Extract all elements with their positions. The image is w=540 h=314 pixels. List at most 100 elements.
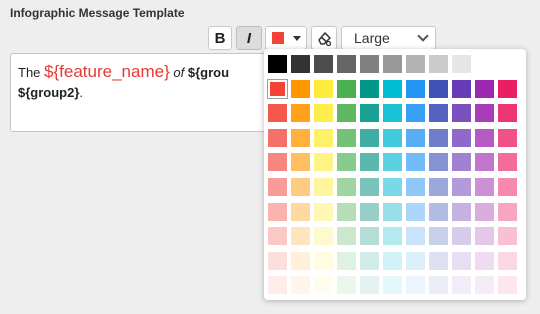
color-swatch[interactable] <box>337 227 356 246</box>
color-swatch[interactable] <box>337 104 356 123</box>
color-swatch[interactable] <box>383 55 402 73</box>
color-swatch[interactable] <box>314 202 333 221</box>
color-swatch[interactable] <box>360 178 379 196</box>
color-swatch[interactable] <box>291 153 310 172</box>
color-swatch[interactable] <box>475 251 494 270</box>
color-swatch[interactable] <box>314 251 333 270</box>
color-swatch[interactable] <box>360 251 379 270</box>
color-swatch[interactable] <box>429 276 448 295</box>
text-color-button[interactable] <box>265 26 307 50</box>
color-swatch[interactable] <box>337 202 356 221</box>
color-swatch[interactable] <box>268 227 287 246</box>
color-swatch[interactable] <box>383 227 402 246</box>
color-swatch[interactable] <box>383 104 402 123</box>
color-swatch[interactable] <box>314 55 333 73</box>
color-swatch[interactable] <box>314 178 333 196</box>
color-swatch[interactable] <box>337 128 356 147</box>
clear-format-button[interactable] <box>311 26 337 50</box>
color-swatch[interactable] <box>383 202 402 221</box>
color-swatch[interactable] <box>429 227 448 246</box>
color-swatch[interactable] <box>475 153 494 172</box>
color-swatch[interactable] <box>291 276 310 295</box>
color-swatch[interactable] <box>498 276 517 295</box>
color-swatch[interactable] <box>406 178 425 196</box>
color-swatch[interactable] <box>314 227 333 246</box>
color-swatch[interactable] <box>291 55 310 73</box>
color-swatch[interactable] <box>337 79 356 98</box>
color-swatch[interactable] <box>452 79 471 98</box>
color-swatch[interactable] <box>429 202 448 221</box>
color-swatch[interactable] <box>498 128 517 147</box>
color-swatch[interactable] <box>291 79 310 98</box>
color-swatch[interactable] <box>314 276 333 295</box>
color-swatch[interactable] <box>452 276 471 295</box>
color-swatch[interactable] <box>452 178 471 196</box>
color-swatch[interactable] <box>406 128 425 147</box>
color-swatch[interactable] <box>268 55 287 73</box>
color-swatch[interactable] <box>291 104 310 123</box>
color-swatch[interactable] <box>360 79 379 98</box>
color-swatch[interactable] <box>475 128 494 147</box>
color-swatch[interactable] <box>475 227 494 246</box>
color-swatch[interactable] <box>475 104 494 123</box>
italic-button[interactable]: I <box>236 26 262 50</box>
color-swatch-selected[interactable] <box>267 78 288 99</box>
color-swatch[interactable] <box>429 55 448 73</box>
color-swatch[interactable] <box>360 276 379 295</box>
color-swatch[interactable] <box>452 55 471 73</box>
color-swatch[interactable] <box>268 251 287 270</box>
color-swatch[interactable] <box>498 251 517 270</box>
color-swatch[interactable] <box>291 251 310 270</box>
color-swatch[interactable] <box>498 104 517 123</box>
color-swatch[interactable] <box>383 79 402 98</box>
color-swatch[interactable] <box>383 251 402 270</box>
color-swatch[interactable] <box>314 153 333 172</box>
color-swatch[interactable] <box>268 153 287 172</box>
color-swatch[interactable] <box>429 79 448 98</box>
color-swatch[interactable] <box>268 276 287 295</box>
color-swatch[interactable] <box>337 251 356 270</box>
color-swatch[interactable] <box>360 153 379 172</box>
color-swatch[interactable] <box>475 178 494 196</box>
color-swatch[interactable] <box>314 128 333 147</box>
color-swatch[interactable] <box>383 153 402 172</box>
color-swatch[interactable] <box>429 178 448 196</box>
message-template-editor[interactable]: The ${feature_name} of ${grou ${group2}. <box>10 53 290 132</box>
color-swatch[interactable] <box>475 79 494 98</box>
color-swatch[interactable] <box>383 178 402 196</box>
color-swatch[interactable] <box>429 128 448 147</box>
bold-button[interactable]: B <box>208 26 232 50</box>
color-swatch[interactable] <box>268 104 287 123</box>
color-swatch[interactable] <box>406 202 425 221</box>
color-swatch[interactable] <box>314 79 333 98</box>
color-swatch[interactable] <box>498 178 517 196</box>
color-swatch[interactable] <box>360 55 379 73</box>
color-swatch[interactable] <box>360 104 379 123</box>
color-swatch[interactable] <box>268 178 287 196</box>
color-swatch[interactable] <box>452 128 471 147</box>
color-swatch[interactable] <box>291 178 310 196</box>
color-swatch[interactable] <box>383 128 402 147</box>
color-swatch[interactable] <box>406 227 425 246</box>
color-swatch[interactable] <box>360 202 379 221</box>
color-swatch[interactable] <box>452 153 471 172</box>
color-swatch[interactable] <box>383 276 402 295</box>
color-swatch[interactable] <box>406 55 425 73</box>
color-swatch[interactable] <box>498 202 517 221</box>
color-swatch[interactable] <box>429 251 448 270</box>
color-swatch[interactable] <box>291 128 310 147</box>
color-swatch[interactable] <box>429 153 448 172</box>
color-swatch[interactable] <box>498 79 517 98</box>
color-swatch[interactable] <box>337 153 356 172</box>
color-swatch[interactable] <box>452 202 471 221</box>
color-swatch[interactable] <box>314 104 333 123</box>
color-swatch[interactable] <box>429 104 448 123</box>
color-swatch[interactable] <box>406 251 425 270</box>
color-swatch[interactable] <box>406 276 425 295</box>
color-swatch[interactable] <box>406 104 425 123</box>
color-swatch[interactable] <box>452 104 471 123</box>
color-swatch[interactable] <box>337 55 356 73</box>
color-swatch[interactable] <box>498 153 517 172</box>
color-swatch[interactable] <box>268 202 287 221</box>
color-swatch[interactable] <box>291 202 310 221</box>
